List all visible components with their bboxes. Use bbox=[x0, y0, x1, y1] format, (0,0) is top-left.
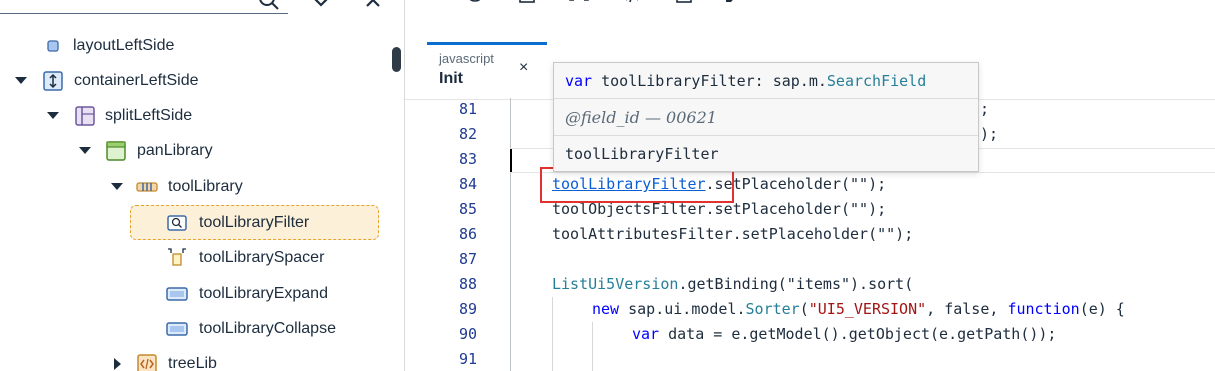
chevron-down-icon[interactable] bbox=[13, 63, 29, 98]
code-text: , false, bbox=[926, 300, 1008, 318]
code-line-89: new sap.ui.model.Sorter("UI5_VERSION", f… bbox=[592, 297, 1125, 322]
tree-item-layoutleftside[interactable]: layoutLeftSide bbox=[0, 28, 380, 63]
chevron-down-icon[interactable] bbox=[77, 133, 93, 168]
tree-item-panlibrary[interactable]: panLibrary bbox=[0, 133, 380, 168]
line-number: 83 bbox=[458, 150, 477, 168]
code-editor-panel: javascript Init × 81 82 83 84 85 86 87 8… bbox=[405, 0, 1215, 371]
tab-language-label: javascript bbox=[439, 51, 494, 66]
tree-item-label: layoutLeftSide bbox=[73, 37, 175, 54]
chevron-down-icon[interactable] bbox=[45, 98, 61, 133]
tree-item-toollibraryfilter[interactable]: toolLibraryFilter bbox=[0, 205, 380, 240]
code-text: ( bbox=[799, 300, 809, 318]
code-text: toolLibraryFilter: sap.m. bbox=[592, 72, 827, 90]
container-icon bbox=[42, 70, 64, 92]
line-number: 82 bbox=[458, 125, 477, 143]
code-text: ); bbox=[980, 125, 999, 143]
edit-icon[interactable] bbox=[723, 0, 741, 13]
tree-item-splitleftside[interactable]: splitLeftSide bbox=[0, 98, 380, 133]
search-icon[interactable] bbox=[258, 0, 280, 19]
code-text: ; bbox=[980, 100, 990, 118]
annotation-highlight-box bbox=[540, 167, 734, 203]
tree-item-containerleftside[interactable]: containerLeftSide bbox=[0, 63, 380, 98]
expand-all-icon[interactable] bbox=[312, 0, 330, 15]
line-number: 81 bbox=[458, 100, 477, 118]
tree-item-label: toolLibrary bbox=[168, 178, 243, 195]
code-icon bbox=[136, 353, 158, 371]
editor-toolbar bbox=[405, 0, 1215, 42]
line-number: 85 bbox=[458, 200, 477, 218]
tree-item-label: panLibrary bbox=[137, 142, 213, 159]
toolbar-icon bbox=[136, 176, 158, 198]
line-number-gutter: 81 82 83 84 85 86 87 88 89 90 91 bbox=[405, 100, 515, 371]
hover-signature: var toolLibraryFilter: sap.m.SearchField bbox=[554, 63, 978, 99]
code-keyword: var bbox=[632, 325, 660, 343]
search-field-icon bbox=[166, 212, 188, 234]
code-identifier: ListUi5Version bbox=[552, 275, 679, 293]
panel-icon bbox=[105, 140, 127, 162]
chevron-down-icon[interactable] bbox=[109, 169, 125, 204]
code-keyword: var bbox=[565, 72, 593, 90]
code-text: data = e.getModel().getObject(e.getPath(… bbox=[659, 325, 1057, 343]
hover-doc-comment: @field_id — 00621 bbox=[554, 99, 978, 136]
tree-scrollbar[interactable] bbox=[392, 47, 401, 72]
tab-init[interactable]: javascript Init × bbox=[427, 42, 547, 99]
code-identifier: SearchField bbox=[826, 72, 927, 90]
line-number: 84 bbox=[458, 175, 477, 193]
tree-item-label: toolLibrarySpacer bbox=[199, 249, 325, 266]
tree-item-toollibrary[interactable]: toolLibrary bbox=[0, 169, 380, 204]
code-format-icon[interactable] bbox=[619, 0, 645, 13]
close-icon[interactable] bbox=[364, 0, 382, 15]
save-icon[interactable] bbox=[518, 0, 536, 13]
code-text: sap.ui.model. bbox=[619, 300, 746, 318]
code-line-88: ListUi5Version.getBinding("items").sort( bbox=[552, 272, 913, 297]
hover-symbol-name: toolLibraryFilter bbox=[565, 145, 719, 163]
code-text: .getBinding("items").sort( bbox=[678, 275, 914, 293]
spacer-icon bbox=[166, 247, 188, 269]
code-string: "UI5_VERSION" bbox=[808, 300, 927, 318]
tree-item-label: containerLeftSide bbox=[74, 72, 199, 89]
code-text: (e) { bbox=[1079, 300, 1125, 318]
outline-panel: layoutLeftSide containerLeftSide splitLe… bbox=[0, 0, 405, 371]
code-line-82: ); bbox=[980, 122, 998, 147]
tree-item-label: toolLibraryExpand bbox=[199, 285, 328, 302]
layout-icon bbox=[42, 35, 64, 57]
hover-tooltip: var toolLibraryFilter: sap.m.SearchField… bbox=[553, 62, 979, 172]
code-identifier: Sorter bbox=[745, 300, 800, 318]
button-icon bbox=[166, 283, 188, 305]
tree-item-label: splitLeftSide bbox=[105, 107, 193, 124]
tree-item-toollibraryspacer[interactable]: toolLibrarySpacer bbox=[0, 240, 380, 275]
code-line-90: var data = e.getModel().getObject(e.getP… bbox=[632, 322, 1056, 347]
chevron-right-icon[interactable] bbox=[109, 346, 125, 371]
tree-item-toollibraryexpand[interactable]: toolLibraryExpand bbox=[0, 276, 380, 311]
tree-item-toollibrarycollapse[interactable]: toolLibraryCollapse bbox=[0, 311, 380, 346]
line-number: 87 bbox=[458, 250, 477, 268]
line-number: 91 bbox=[458, 350, 477, 368]
line-number: 88 bbox=[458, 275, 477, 293]
code-keyword: new bbox=[592, 300, 620, 318]
tree-item-treelib[interactable]: treeLib bbox=[0, 346, 380, 371]
code-keyword: function bbox=[1007, 300, 1080, 318]
code-line-81: ; bbox=[980, 97, 989, 122]
outline-search-input[interactable] bbox=[0, 0, 288, 14]
line-number: 89 bbox=[458, 300, 477, 318]
run-icon[interactable] bbox=[465, 0, 485, 13]
document-icon[interactable] bbox=[675, 0, 693, 13]
line-number: 90 bbox=[458, 325, 477, 343]
line-number: 86 bbox=[458, 225, 477, 243]
tree-item-label: treeLib bbox=[168, 355, 217, 371]
button-icon bbox=[166, 318, 188, 340]
split-icon bbox=[74, 105, 96, 127]
code-line-86: toolAttributesFilter.setPlaceholder(""); bbox=[552, 225, 914, 243]
tree-item-label: toolLibraryCollapse bbox=[199, 320, 336, 337]
tree-item-label: toolLibraryFilter bbox=[199, 214, 310, 231]
tab-title: Init bbox=[439, 70, 463, 87]
close-icon[interactable]: × bbox=[519, 59, 528, 77]
brackets-icon[interactable] bbox=[568, 0, 590, 13]
